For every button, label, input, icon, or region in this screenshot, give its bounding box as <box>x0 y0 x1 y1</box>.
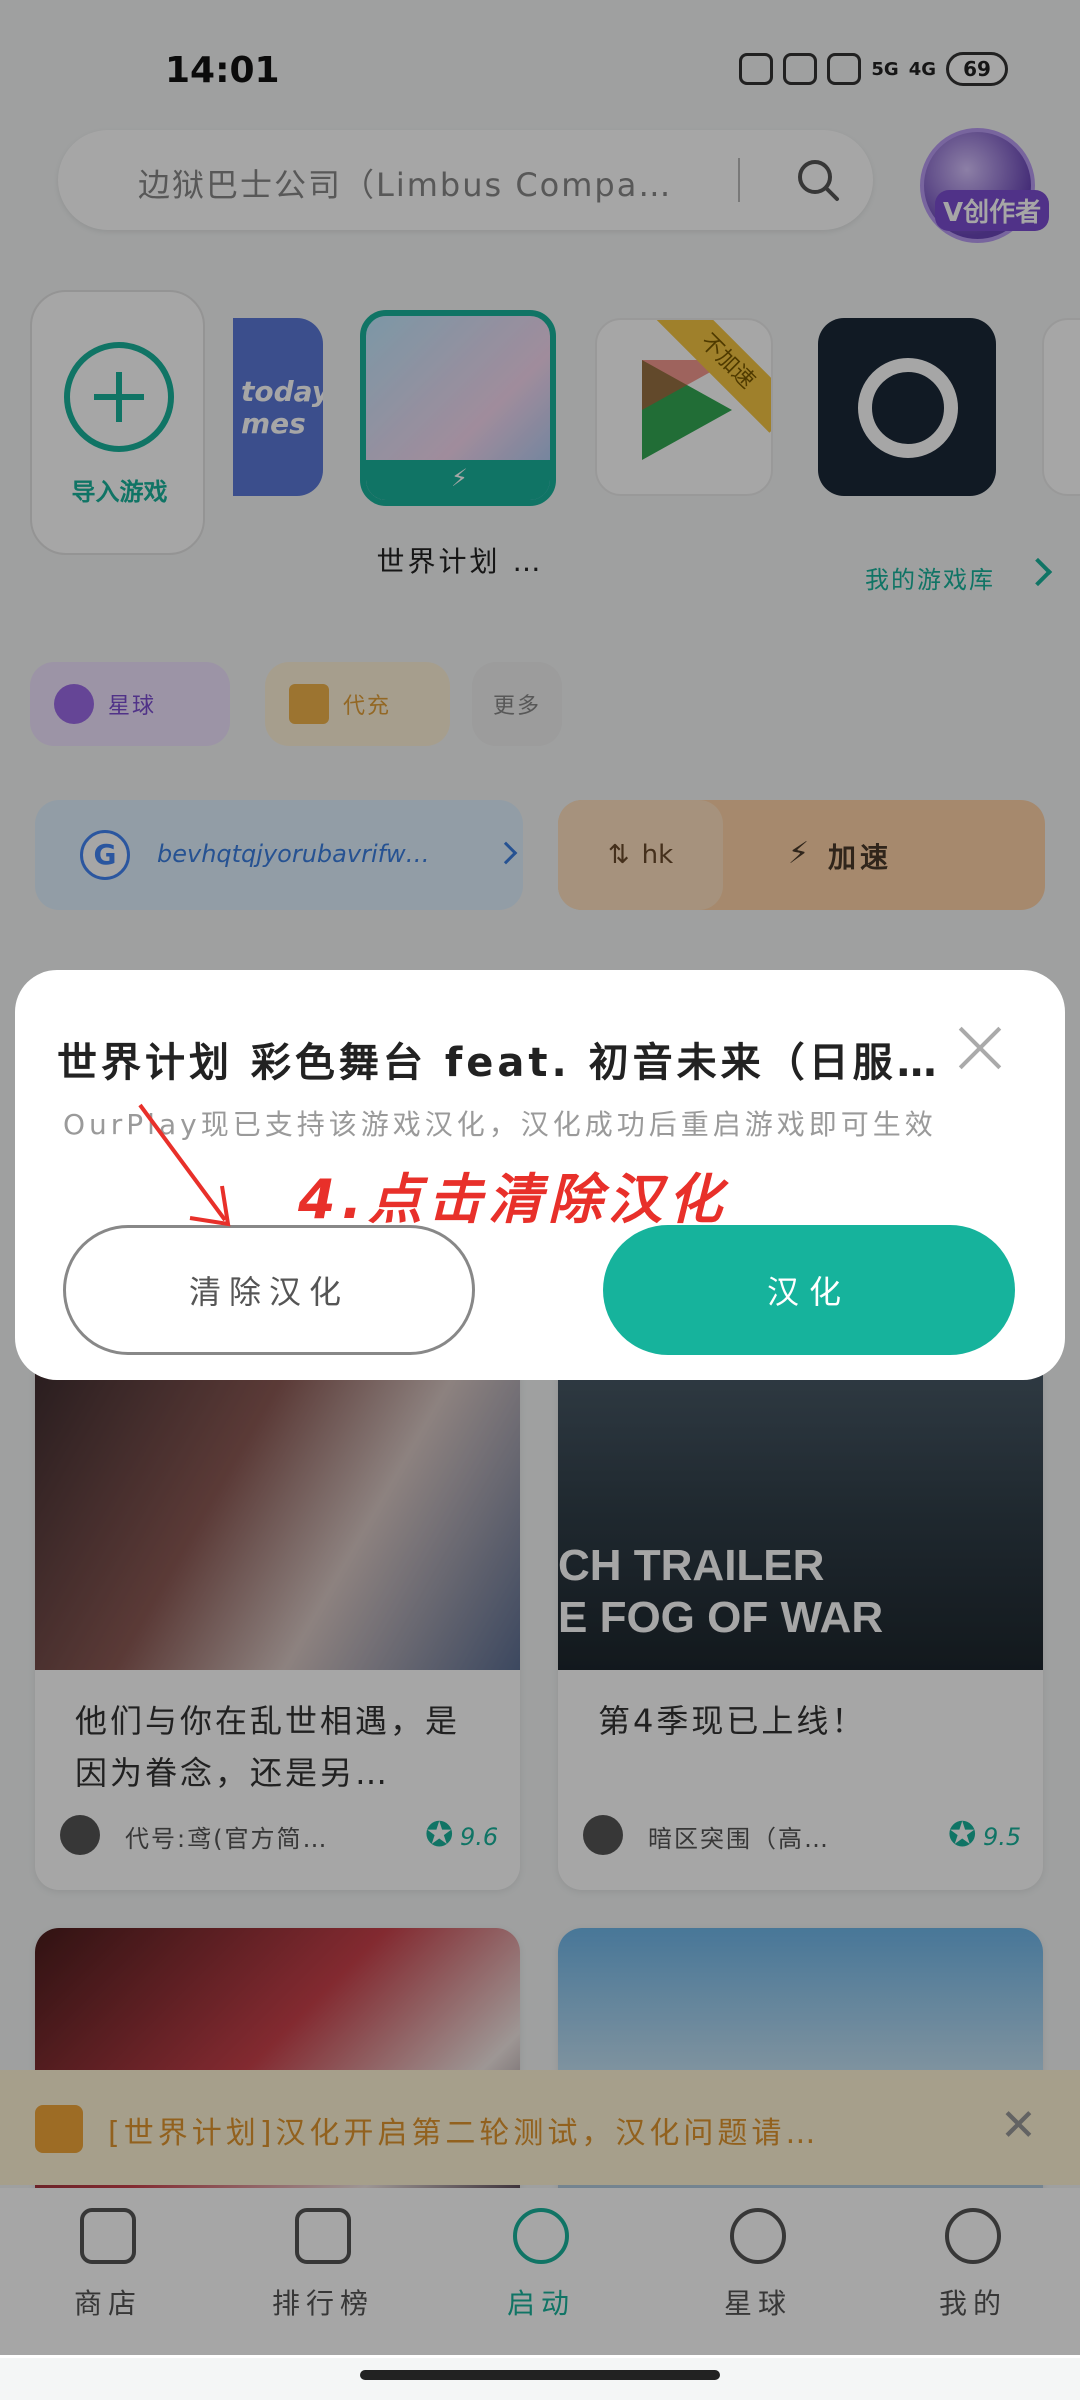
close-icon[interactable] <box>950 1020 1010 1080</box>
annotation-arrow-icon <box>138 1103 231 1227</box>
translate-button[interactable]: 汉化 <box>603 1225 1015 1355</box>
home-indicator[interactable] <box>360 2370 720 2380</box>
dialog-title: 世界计划 彩色舞台 feat. 初音未来（日服… <box>57 1040 937 1086</box>
annotation-text: 4.点击清除汉化 <box>298 1168 729 1231</box>
clear-translation-button[interactable]: 清除汉化 <box>63 1225 475 1355</box>
